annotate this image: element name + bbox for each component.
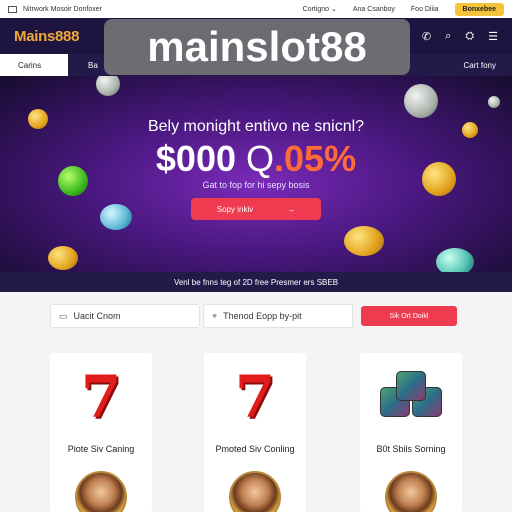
game-card-title: Pmoted Siv Conling [215,444,295,454]
promo-strip: Venl be fnns teg of 2D free Presmer ers … [0,272,512,292]
game-card-title: B0t Sbils Sorning [376,444,446,454]
top-link-support[interactable]: Foo Diiia [411,6,439,13]
tab-second[interactable]: Ba [68,61,98,70]
coin-decoration [488,96,500,108]
top-link-account[interactable]: Ana Csanboy [353,6,395,13]
coin-decoration [100,204,132,230]
site-logo[interactable]: Mains888 [14,28,79,45]
game-search-text: Thenod Eopp by-pit [223,311,302,321]
page: Nitrwork Mosoir Donfoxer Cortigno ⌄ Ana … [0,0,512,512]
user-icon[interactable]: ⛭ [465,30,474,43]
tab-casino[interactable]: Carins [0,54,68,76]
game-card[interactable]: 7 Pmoted Siv Conling [204,353,306,512]
top-bonus-button[interactable]: Bonxebee [454,2,504,16]
game-search-field[interactable]: ⌖ Thenod Eopp by-pit [203,304,353,328]
dealer-avatar [75,471,127,512]
brand-overlay-label: mainslot88 [104,19,410,75]
seven-symbol-icon: 7 [234,363,276,431]
hero-amount-percent: .05% [274,138,357,179]
coin-decoration [96,76,120,96]
dice-icon [360,367,462,427]
game-card[interactable]: 7 Piote Siv Caning [50,353,152,512]
search-icon[interactable]: ⌕ [445,30,451,43]
mail-icon [8,5,17,13]
location-search-field[interactable]: ▭ Uacit Cnom [50,304,200,328]
hero-cta-label: Sopy inkiv [216,204,254,214]
arrow-right-icon: → [287,204,296,214]
pin-icon: ⌖ [212,310,218,321]
seven-symbol-icon: 7 [80,363,122,431]
hero-headline: Bely monight entivo ne snicnl? [147,118,365,135]
hero-amount-q: Q [246,138,275,179]
search-submit-button[interactable]: Sik Ort Doikl [361,306,457,326]
coin-decoration [404,84,438,118]
top-link-language[interactable]: Cortigno ⌄ [303,5,337,13]
hero-amount: $000 Q.05% [0,138,512,180]
coin-decoration [48,246,78,270]
game-card[interactable]: B0t Sbils Sorning [360,353,462,512]
dealer-avatar [229,471,281,512]
location-search-text: Uacit Cnom [73,311,121,321]
hero-banner: Bely monight entivo ne snicnl? $000 Q.05… [0,76,512,272]
phone-icon[interactable]: ✆ [422,30,431,43]
hero-subtitle: Gat to fop for hi sepy bosis [202,180,310,190]
coin-decoration [344,226,384,256]
top-utility-bar: Nitrwork Mosoir Donfoxer Cortigno ⌄ Ana … [0,0,512,18]
coin-decoration [436,248,474,272]
message-icon: ▭ [59,310,68,321]
tab-cart[interactable]: Cart fony [464,61,512,70]
dealer-avatar [385,471,437,512]
top-bar-text: Nitrwork Mosoir Donfoxer [23,5,102,13]
menu-icon[interactable]: ☰ [488,30,498,43]
hero-amount-value: $000 [155,138,236,179]
hero-cta-button[interactable]: Sopy inkiv → [191,198,321,220]
game-card-title: Piote Siv Caning [67,444,135,454]
